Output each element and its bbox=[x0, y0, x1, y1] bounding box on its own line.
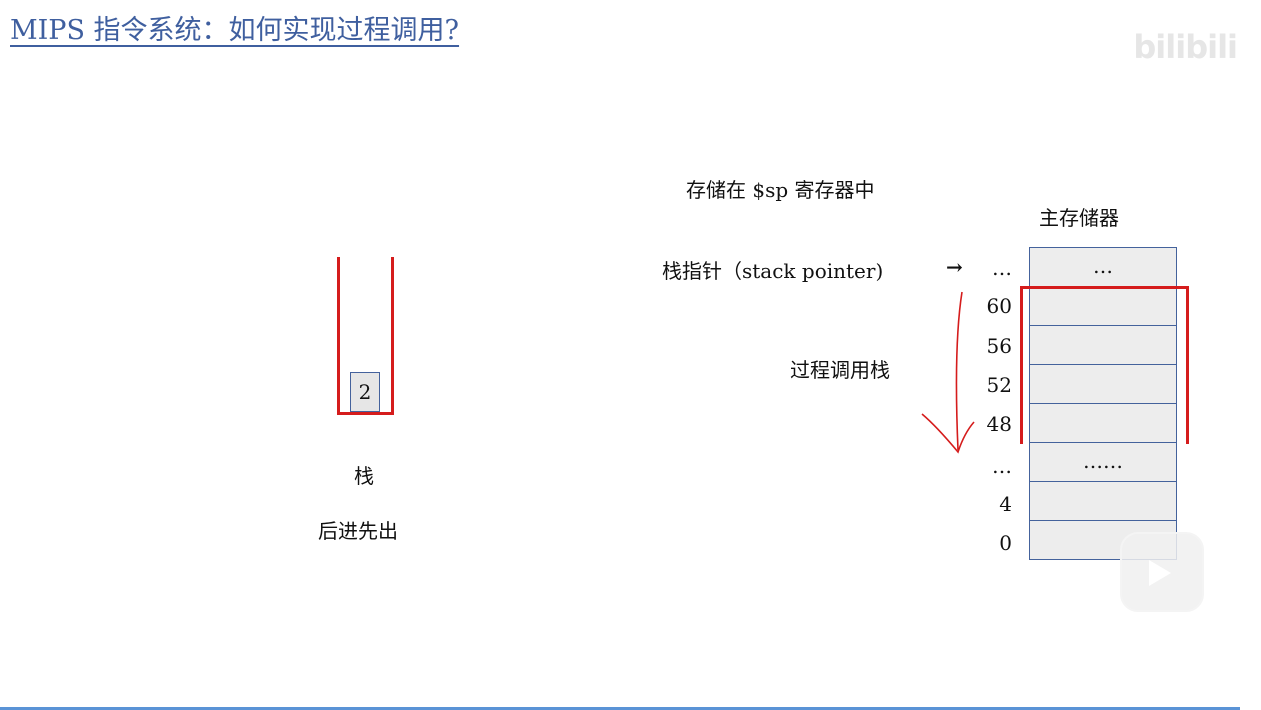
lifo-caption: 后进先出 bbox=[318, 519, 398, 543]
address-label: … bbox=[992, 454, 1012, 478]
stack-pointer-label: 栈指针（stack pointer) bbox=[662, 259, 884, 283]
play-icon bbox=[1149, 560, 1171, 586]
pointer-arrow-icon: → bbox=[946, 255, 963, 279]
memory-cell bbox=[1030, 365, 1176, 404]
call-stack-bracket-right bbox=[1186, 286, 1189, 444]
memory-cell bbox=[1030, 287, 1176, 326]
address-label: … bbox=[992, 256, 1012, 280]
memory-cell: … bbox=[1030, 248, 1176, 287]
stack-bottom bbox=[337, 412, 394, 415]
slide-title: MIPS 指令系统：如何实现过程调用? bbox=[10, 15, 460, 46]
memory-cell: …… bbox=[1030, 443, 1176, 482]
memory-title: 主存储器 bbox=[1039, 206, 1119, 230]
stack-caption: 栈 bbox=[354, 464, 374, 488]
memory-cell bbox=[1030, 404, 1176, 443]
stack-left-wall bbox=[337, 257, 340, 415]
main-memory-table: … …… bbox=[1029, 247, 1177, 560]
call-stack-label: 过程调用栈 bbox=[790, 358, 890, 382]
stack-right-wall bbox=[391, 257, 394, 415]
bilibili-watermark: bilibili bbox=[1133, 28, 1238, 66]
memory-cell bbox=[1030, 326, 1176, 365]
stack-item: 2 bbox=[350, 372, 380, 412]
call-stack-bracket-left bbox=[1020, 286, 1023, 444]
memory-cell bbox=[1030, 482, 1176, 521]
address-label: 52 bbox=[986, 373, 1012, 397]
call-stack-bracket-top bbox=[1020, 286, 1189, 289]
address-label: 0 bbox=[999, 531, 1012, 555]
address-label: 56 bbox=[986, 334, 1012, 358]
address-label: 48 bbox=[986, 412, 1012, 436]
sp-register-note: 存储在 $sp 寄存器中 bbox=[686, 178, 875, 202]
address-label: 4 bbox=[999, 492, 1012, 516]
address-label: 60 bbox=[986, 294, 1012, 318]
